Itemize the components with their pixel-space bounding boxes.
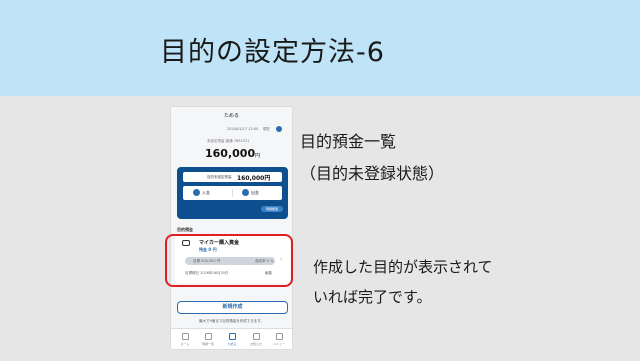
section-label: 目的預金 [177,227,193,232]
side-subtitle: （目的未登録状態） [300,164,445,183]
description-line-2: いれば完了です。 [313,288,432,306]
limit-note: 最大で9個まで目的預金を作成できます。 [199,319,264,323]
balance-number: 160,000 [205,147,256,160]
unassigned-label: 目的未設定残高 [207,175,232,179]
withdraw-label: 出金 [251,190,259,195]
tab-label: ホーム [180,342,190,346]
deposit-withdraw-group: 入金 出金 [183,186,282,200]
tab-label: お知らせ [250,342,262,346]
balance-value: 160,000円 [205,147,260,160]
page-title: 目的の設定方法-6 [160,37,385,68]
unassigned-balance: 目的未設定残高 160,000円 [183,172,282,182]
tab-notice[interactable]: お知らせ [246,333,266,346]
new-goal-button[interactable]: 新規作成 [177,301,288,314]
refresh-icon[interactable] [276,126,282,132]
tab-history[interactable]: 明細一覧 [198,333,218,346]
save-icon [228,333,236,340]
deposit-button[interactable]: 入金 [187,188,231,198]
tab-label: メニュー [272,342,285,346]
unassigned-unit: 円 [264,175,271,182]
screen-title: ためる [223,113,239,119]
description-line-1: 作成した目的が表示されて [313,258,493,276]
deposit-icon [193,189,200,196]
tab-menu[interactable]: メニュー [269,333,289,346]
deposit-label: 入金 [202,190,210,195]
balance-unit: 円 [255,153,261,159]
tab-home[interactable]: ホーム [175,333,195,346]
divider [232,189,233,197]
header-banner: 目的の設定方法-6 [0,0,640,96]
refresh-label: 現在 [263,127,270,131]
unassigned-number: 160,000 [237,175,265,182]
highlight-box [165,234,293,287]
tab-save[interactable]: ためる [222,333,242,346]
balance-card: 目的未設定残高 160,000円 入金 出金 明細履歴 [177,167,288,219]
withdraw-button[interactable]: 出金 [236,188,280,198]
withdraw-icon [242,189,249,196]
side-title: 目的預金一覧 [300,132,397,151]
menu-icon [275,333,283,340]
tab-bar: ホーム 明細一覧 ためる お知らせ メニュー [171,328,292,349]
home-icon [181,333,189,340]
tab-label: 明細一覧 [201,342,214,346]
unassigned-value: 160,000円 [237,173,270,182]
history-button[interactable]: 明細履歴 [261,206,283,212]
bell-icon [252,333,260,340]
list-icon [204,333,212,340]
phone-screenshot: ためる 2024/01/17 12:00 現在 未設定残高 普通 7654321… [170,106,293,350]
datetime-text: 2024/01/17 12:00 [227,127,259,131]
tab-label: ためる [227,342,237,346]
balance-label: 未設定残高 普通 7654321 [207,139,250,143]
